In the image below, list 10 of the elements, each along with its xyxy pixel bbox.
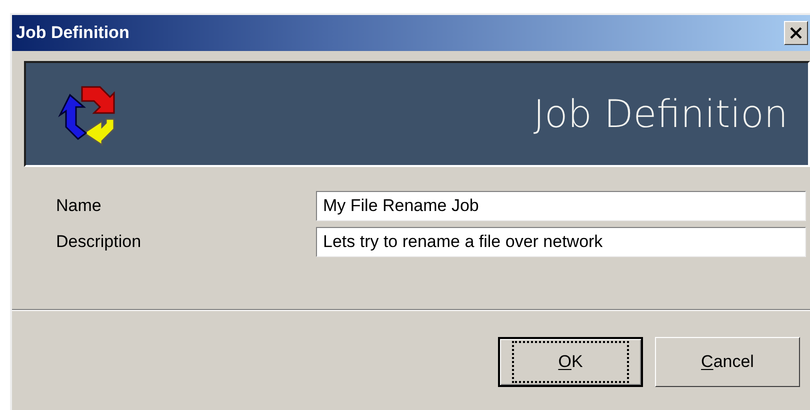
input-field[interactable]: My File Rename Job bbox=[316, 191, 806, 221]
close-icon bbox=[789, 26, 803, 40]
close-button[interactable] bbox=[784, 21, 808, 45]
dialog-button[interactable]: Cancel bbox=[655, 337, 800, 387]
field-label: Name bbox=[56, 195, 102, 218]
dialog-button[interactable]: OK bbox=[498, 337, 643, 387]
input-field[interactable]: Lets try to rename a file over network bbox=[316, 227, 806, 257]
field-label: Description bbox=[56, 231, 142, 254]
banner-title: Job Definition bbox=[533, 90, 788, 138]
window-title: Job Definition bbox=[16, 22, 130, 44]
